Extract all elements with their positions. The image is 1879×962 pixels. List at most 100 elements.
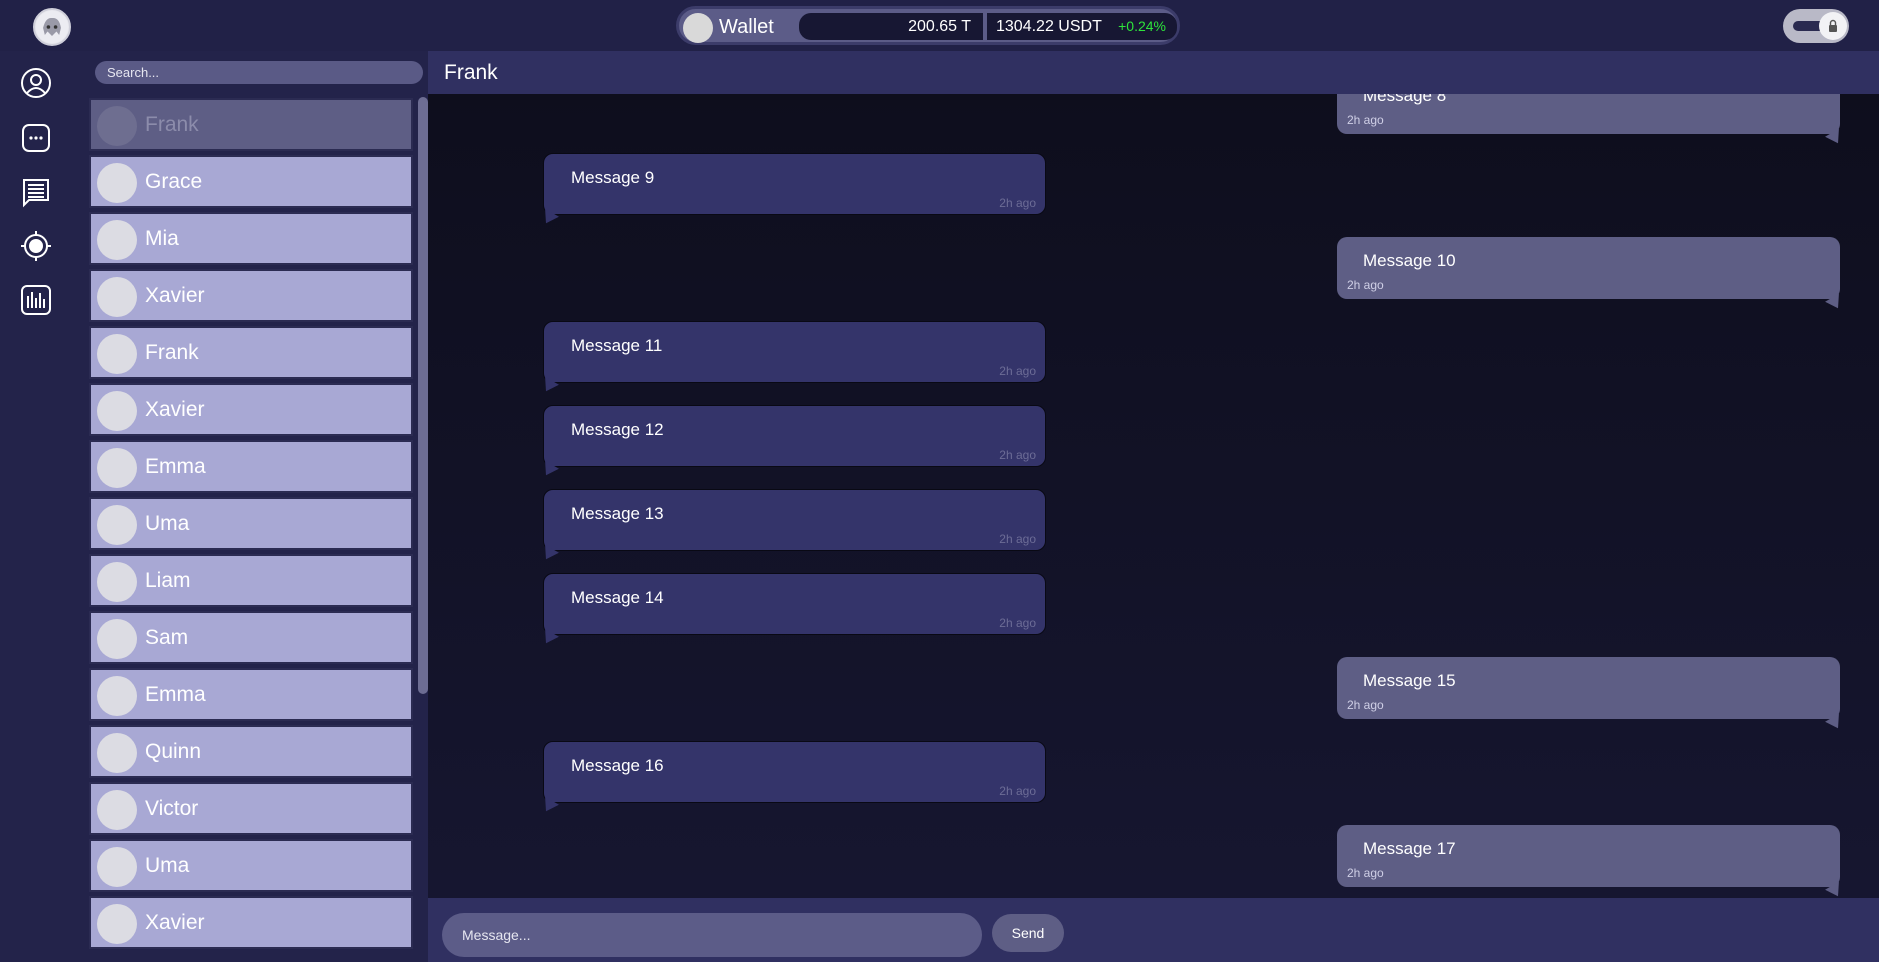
message-text: Message 12 [571,420,664,439]
message-timestamp: 2h ago [999,532,1036,546]
contact-item[interactable]: Quinn [89,725,413,778]
usdt-value: 1304.22 USDT [996,18,1102,35]
message-bubble[interactable]: Message 17 2h ago [1337,825,1840,887]
message-bubble[interactable]: Message 16 2h ago [543,741,1046,803]
message-bubble[interactable]: Message 10 2h ago [1337,237,1840,299]
contact-item[interactable]: Uma [89,497,413,550]
message-timestamp: 2h ago [1347,866,1384,880]
avatar [97,505,137,545]
send-button[interactable]: Send [992,914,1064,952]
message-bubble[interactable]: Message 12 2h ago [543,405,1046,467]
message-timestamp: 2h ago [999,784,1036,798]
contact-item[interactable]: Mia [89,212,413,265]
contact-item[interactable]: Grace [89,155,413,208]
message-list-icon[interactable] [20,176,52,208]
message-bubble[interactable]: Message 15 2h ago [1337,657,1840,719]
avatar [97,562,137,602]
contact-item[interactable]: Uma [89,839,413,892]
contact-name: Xavier [145,284,205,307]
contact-name: Uma [145,854,190,877]
wallet-usdt-balance: 1304.22 USDT +0.24% [987,13,1177,40]
toggle-knob [1819,12,1847,40]
message-text: Message 9 [571,168,655,187]
contact-item[interactable]: Victor [89,782,413,835]
contact-item[interactable]: Xavier [89,269,413,322]
message-timestamp: 2h ago [999,448,1036,462]
contact-name: Frank [145,113,199,136]
composer: Send [428,898,1879,962]
message-bubble[interactable]: Message 13 2h ago [543,489,1046,551]
wallet-widget[interactable]: Wallet 200.65 T 1304.22 USDT +0.24% [676,6,1180,45]
contact-name: Emma [145,683,206,706]
contact-list: Frank Grace Mia Xavier Frank Xavier Emma Uma Lia… [89,98,419,962]
chat-title: Frank [444,61,498,84]
message-timestamp: 2h ago [1347,278,1384,292]
contact-item[interactable]: Emma [89,668,413,721]
avatar [97,106,137,146]
avatar [97,733,137,773]
search-input[interactable] [95,61,423,84]
contacts-scrollbar[interactable] [418,97,428,694]
message-timestamp: 2h ago [999,364,1036,378]
message-text: Message 8 [1363,94,1447,105]
message-timestamp: 2h ago [999,196,1036,210]
contact-item[interactable]: Xavier [89,383,413,436]
contact-item[interactable]: Liam [89,554,413,607]
lock-icon [1829,19,1837,32]
contact-item[interactable]: Emma [89,440,413,493]
profile-icon[interactable] [20,67,52,99]
avatar [97,334,137,374]
avatar [97,847,137,887]
contact-item[interactable]: Frank [89,326,413,379]
change-percent: +0.24% [1118,18,1166,34]
contact-name: Frank [145,341,199,364]
contact-name: Uma [145,512,190,535]
avatar [97,391,137,431]
contact-name: Xavier [145,398,205,421]
contacts-panel: Frank Grace Mia Xavier Frank Xavier Emma Uma Lia… [72,51,428,962]
message-bubble[interactable]: Message 11 2h ago [543,321,1046,383]
contact-name: Emma [145,455,206,478]
chat-bubble-icon[interactable] [20,122,52,154]
avatar [97,676,137,716]
contact-item[interactable]: Frank [89,98,413,151]
message-text: Message 13 [571,504,664,523]
contact-name: Grace [145,170,203,193]
message-text: Message 14 [571,588,664,607]
top-bar: Wallet 200.65 T 1304.22 USDT +0.24% [0,0,1879,51]
wallet-balance: 200.65 T [799,13,983,40]
message-input[interactable] [442,913,982,957]
avatar [97,163,137,203]
avatar [97,277,137,317]
contact-name: Quinn [145,740,202,763]
avatar [97,619,137,659]
avatar [97,448,137,488]
message-timestamp: 2h ago [999,616,1036,630]
message-text: Message 10 [1363,251,1456,270]
contact-name: Victor [145,797,199,820]
wallet-avatar [683,13,713,43]
radar-icon[interactable] [20,230,52,262]
wallet-label: Wallet [719,16,774,38]
equalizer-icon[interactable] [20,284,52,316]
message-timestamp: 2h ago [1347,113,1384,127]
chat-header: Frank [428,51,1879,94]
contact-name: Xavier [145,911,205,934]
contact-item[interactable]: Sam [89,611,413,664]
contact-name: Sam [145,626,189,649]
message-bubble[interactable]: Message 14 2h ago [543,573,1046,635]
app-logo[interactable] [33,8,71,46]
contact-name: Liam [145,569,191,592]
contact-name: Mia [145,227,179,250]
message-text: Message 16 [571,756,664,775]
message-bubble[interactable]: Message 9 2h ago [543,153,1046,215]
message-text: Message 17 [1363,839,1456,858]
nav-rail [0,51,72,962]
contact-item[interactable]: Xavier [89,896,413,949]
message-timestamp: 2h ago [1347,698,1384,712]
message-bubble[interactable]: Message 8 2h ago [1337,94,1840,134]
lock-toggle[interactable] [1783,9,1849,43]
mascot-icon [35,10,69,44]
message-text: Message 15 [1363,671,1456,690]
message-text: Message 11 [571,336,663,355]
